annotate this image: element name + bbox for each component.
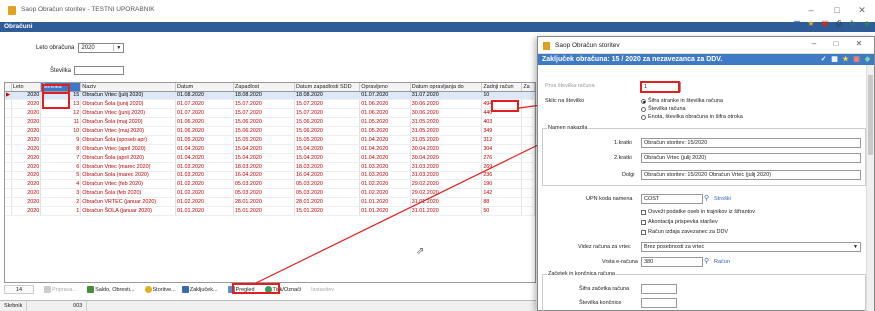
star-icon[interactable]: ★ [841,55,850,64]
dialog-header-icons: ✓ ▦ ★ ▣ ◈ [819,55,872,64]
exit-icon[interactable]: ◈ [863,55,872,64]
einvoice-label: Vrsta e-računa [602,259,638,265]
short2-label: 2.kratki [614,155,632,161]
radio-icon [641,114,646,120]
check-icon[interactable]: ✓ [819,55,828,64]
advance-checkbox[interactable]: Akontacija prispevka staršev [641,219,718,225]
exit-icon[interactable]: ◈ [861,18,873,29]
upn-input[interactable]: COST [641,194,703,204]
dialog-title-bar: Saop Obračun storitev – □ ✕ [538,37,874,54]
document-icon[interactable]: ▣ [852,55,861,64]
checkbox-icon [641,209,646,215]
radio-customer-and-number[interactable]: Šifra stranke in številka računa [641,98,723,104]
printer-icon[interactable]: ⎙ [833,18,845,29]
short1-input[interactable]: Obračun storitev: 15/2020 [641,138,861,148]
vat-payer-checkbox[interactable]: Račun izdaja zavezanec za DDV [641,229,728,235]
upn-description: Stroški [714,196,731,202]
ribbon-toolbar: ▦ ★ ▣ ⎙ ↻ ◈ [791,18,873,32]
einvoice-input[interactable]: 380 [641,257,703,267]
dialog-header: Zaključek obračuna: 15 / 2020 za nezavez… [538,54,874,65]
dialog-maximize-button[interactable]: □ [828,39,844,48]
range-group-label: Začetek in končnica računa [547,271,616,277]
dialog-close-button[interactable]: ✕ [851,39,867,48]
grid-icon[interactable]: ▦ [830,55,839,64]
dialog-title: Saop Obračun storitev [555,42,620,49]
refresh-data-checkbox[interactable]: Osveži podatke oseb in trajnikov iz šifr… [641,209,755,215]
checkbox-icon [641,229,646,235]
dialog-scrollbar[interactable] [866,65,874,311]
radio-unit-number-child[interactable]: Enota, številka obračuna in šifra otroka [641,114,743,120]
highlight-first-number [640,81,680,93]
radio-number[interactable]: Številka računa [641,106,686,112]
range-code-input[interactable] [641,284,677,294]
search-icon[interactable]: ⚲ [704,194,709,202]
close-period-dialog: Saop Obračun storitev – □ ✕ Zaključek ob… [537,36,875,311]
chevron-down-icon: ▼ [853,244,858,250]
search-icon[interactable]: ⚲ [704,257,709,265]
upn-label: UPN koda namena [586,196,633,202]
dialog-minimize-button[interactable]: – [806,39,822,48]
einvoice-description: Račun [714,259,730,265]
radio-icon [641,106,646,112]
long-input[interactable]: Obračun storitev: 15/2020 Obračun Vrtec … [641,170,861,180]
view-select[interactable]: Brez posebnosti za vrtec ▼ [641,242,861,252]
first-number-label: Prva številka računa [545,83,595,89]
short1-label: 1.kratki [614,140,632,146]
range-end-label: Številka končnice [579,300,622,306]
long-label: Dolgi [622,172,635,178]
mouse-cursor-icon: ⇗ [416,246,425,257]
link-label: Sklic na številko [545,98,585,104]
checkbox-icon [641,219,646,225]
grid-icon[interactable]: ▦ [791,18,803,29]
purpose-group-label: Namen nakazila [547,125,589,131]
range-end-input[interactable] [641,298,677,308]
document-icon[interactable]: ▣ [819,18,831,29]
scrollbar-thumb[interactable] [868,75,873,155]
star-icon[interactable]: ★ [805,18,817,29]
short2-input[interactable]: Obračun Vrtec (julij 2020) [641,153,861,163]
refresh-icon[interactable]: ↻ [847,18,859,29]
radio-icon [641,98,646,104]
view-label: Videz računa za vrtec [578,244,631,250]
dialog-app-icon [543,42,550,50]
range-code-label: Šifra začetka računa [579,286,630,292]
